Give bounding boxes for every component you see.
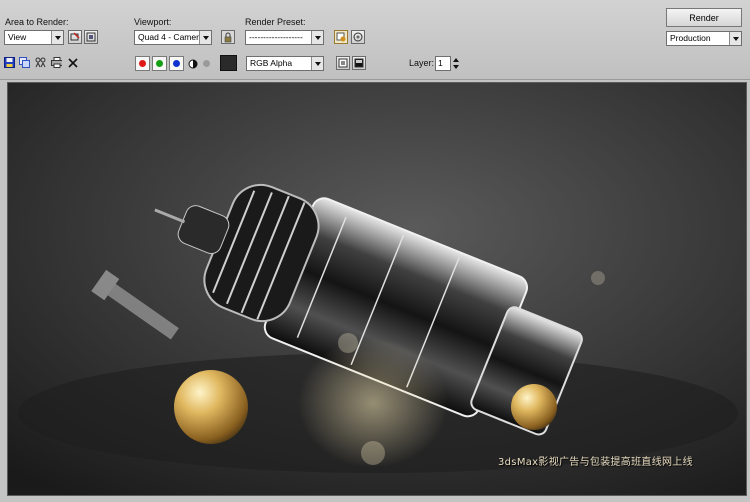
auto-region-button[interactable] <box>84 30 98 44</box>
rendered-frame: 3dsMax影视广告与包装提高班直线网上线 <box>7 82 747 496</box>
swatch-color[interactable] <box>220 55 237 71</box>
area-to-render-value: View <box>8 32 27 42</box>
copy-image-button[interactable] <box>19 57 30 68</box>
area-to-render-dropdown[interactable]: View <box>4 30 64 45</box>
watermark-text: 3dsMax影视广告与包装提高班直线网上线 <box>498 457 693 468</box>
blue-channel-toggle[interactable] <box>169 56 184 71</box>
layer-input[interactable]: 1 <box>435 56 451 71</box>
chevron-down-icon <box>199 31 211 44</box>
clone-icon <box>35 57 46 68</box>
save-icon <box>4 57 15 68</box>
chevron-down-icon <box>311 57 323 70</box>
toggle-ui-overlay-button[interactable] <box>336 56 350 70</box>
viewport-dropdown[interactable]: Quad 4 - CameraC <box>134 30 212 45</box>
auto-region-icon <box>86 32 96 42</box>
copy-icon <box>19 57 30 68</box>
lock-viewport-button[interactable] <box>221 30 235 44</box>
render-mode-dropdown[interactable]: Production <box>666 31 742 46</box>
save-image-button[interactable] <box>4 57 15 68</box>
overlay-icon <box>338 58 348 68</box>
render-setup-icon <box>336 32 346 42</box>
printer-icon <box>51 57 62 68</box>
layer-label: Layer: <box>409 58 435 68</box>
chevron-down-icon <box>51 31 63 44</box>
rendered-image <box>8 83 746 495</box>
render-setup-button[interactable] <box>334 30 348 44</box>
layer-value: 1 <box>438 58 443 68</box>
render-button[interactable]: Render <box>666 8 742 27</box>
layer-spinner[interactable] <box>452 56 460 71</box>
clone-frame-button[interactable] <box>35 57 46 68</box>
environment-effects-button[interactable] <box>351 30 365 44</box>
clear-image-button[interactable] <box>67 57 78 68</box>
blue-channel-dot <box>173 60 180 67</box>
teapot-icon <box>353 32 363 42</box>
area-to-render-label: Area to Render: <box>5 17 69 27</box>
green-channel-dot <box>156 60 163 67</box>
viewport-label: Viewport: <box>134 17 172 27</box>
close-icon <box>67 57 78 68</box>
edit-region-icon <box>70 32 80 41</box>
lock-icon <box>224 31 232 42</box>
print-image-button[interactable] <box>51 57 62 68</box>
red-channel-toggle[interactable] <box>135 56 150 71</box>
channel-display-dropdown[interactable]: RGB Alpha <box>246 56 324 71</box>
render-preset-value: ------------------- <box>249 32 303 42</box>
chevron-down-icon <box>729 32 741 45</box>
channel-display-value: RGB Alpha <box>250 58 293 68</box>
red-channel-dot <box>139 60 146 67</box>
chevron-down-icon <box>311 31 323 44</box>
toggle-ui-button[interactable] <box>352 56 366 70</box>
edit-region-button[interactable] <box>68 30 82 44</box>
spinner-icon <box>453 58 459 69</box>
display-icon <box>354 58 364 68</box>
render-frame-toolbar: Area to Render: View Viewport: Quad 4 - … <box>0 0 750 80</box>
render-mode-value: Production <box>670 33 711 43</box>
alpha-icon <box>188 59 197 68</box>
render-button-label: Render <box>689 12 719 23</box>
green-channel-toggle[interactable] <box>152 56 167 71</box>
render-preset-dropdown[interactable]: ------------------- <box>245 30 324 45</box>
render-preset-label: Render Preset: <box>245 17 306 27</box>
alpha-channel-toggle[interactable] <box>187 58 198 69</box>
monochrome-toggle[interactable] <box>203 60 210 67</box>
